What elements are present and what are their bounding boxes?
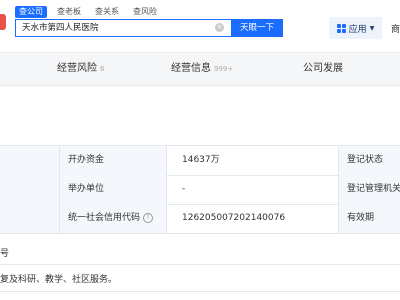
tab-company[interactable]: 查公司 — [15, 6, 47, 18]
credit-code-label: 统一社会信用代码 — [68, 213, 141, 223]
row-label-cell — [0, 204, 59, 233]
table-row: 开办资金 14637万 登记状态 — [0, 146, 400, 176]
business-scope-text: 复及科研、教学、社区服务。 — [0, 275, 118, 285]
nav-business-risk[interactable]: 经营风险 6 — [57, 53, 104, 85]
row-label-cell — [0, 146, 59, 175]
search-tabs: 查公司 查老板 查关系 查风险 — [15, 6, 167, 18]
field-label-right: 登记管理机关 — [338, 175, 400, 204]
tab-boss[interactable]: 查老板 — [53, 6, 85, 18]
nav-label: 经营风险 — [57, 63, 97, 74]
nav-count: 6 — [100, 65, 105, 73]
search-header: 查公司 查老板 查关系 查风险 天水市第四人民医院 × 天眼一下 应用 ▼ 商 — [0, 0, 400, 45]
table-row: 统一社会信用代码? 126205007202140076 有效期 — [0, 204, 400, 234]
row-label-cell — [0, 175, 59, 204]
section-nav: 经营风险 6 经营信息 999+ 公司发展 — [0, 52, 400, 86]
field-label: 开办资金 — [59, 146, 166, 175]
logo — [0, 14, 6, 30]
field-value: 14637万 — [166, 146, 338, 175]
apps-label: 应用 — [348, 24, 367, 35]
nav-business-info[interactable]: 经营信息 999+ — [171, 53, 233, 85]
tab-risk[interactable]: 查风险 — [129, 6, 161, 18]
field-label: 统一社会信用代码? — [59, 204, 166, 233]
help-icon[interactable]: ? — [143, 212, 154, 223]
info-row-partial: 号 — [0, 240, 400, 265]
info-table: 开办资金 14637万 登记状态 举办单位 - 登记管理机关 统一社会信用代码?… — [0, 145, 400, 234]
partial-label: 号 — [0, 249, 10, 259]
header-link-truncated[interactable]: 商 — [391, 22, 400, 35]
field-label-right: 登记状态 — [338, 146, 400, 175]
clear-icon[interactable]: × — [215, 23, 224, 32]
tab-relation[interactable]: 查关系 — [91, 6, 123, 18]
table-row: 举办单位 - 登记管理机关 — [0, 175, 400, 205]
search-input[interactable]: 天水市第四人民医院 — [15, 19, 231, 37]
nav-company-development[interactable]: 公司发展 — [303, 53, 343, 85]
business-scope-row: 复及科研、教学、社区服务。 — [0, 265, 400, 292]
search-button[interactable]: 天眼一下 — [231, 19, 283, 37]
field-value: 126205007202140076 — [166, 204, 338, 233]
nav-label: 公司发展 — [303, 63, 343, 74]
field-label: 举办单位 — [59, 175, 166, 204]
apps-button[interactable]: 应用 ▼ — [329, 17, 382, 39]
nav-count: 999+ — [214, 65, 234, 73]
nav-label: 经营信息 — [171, 63, 211, 74]
field-value: - — [166, 175, 338, 204]
apps-grid-icon — [336, 23, 346, 33]
chevron-down-icon: ▼ — [369, 24, 375, 32]
field-label-right: 有效期 — [338, 204, 400, 233]
